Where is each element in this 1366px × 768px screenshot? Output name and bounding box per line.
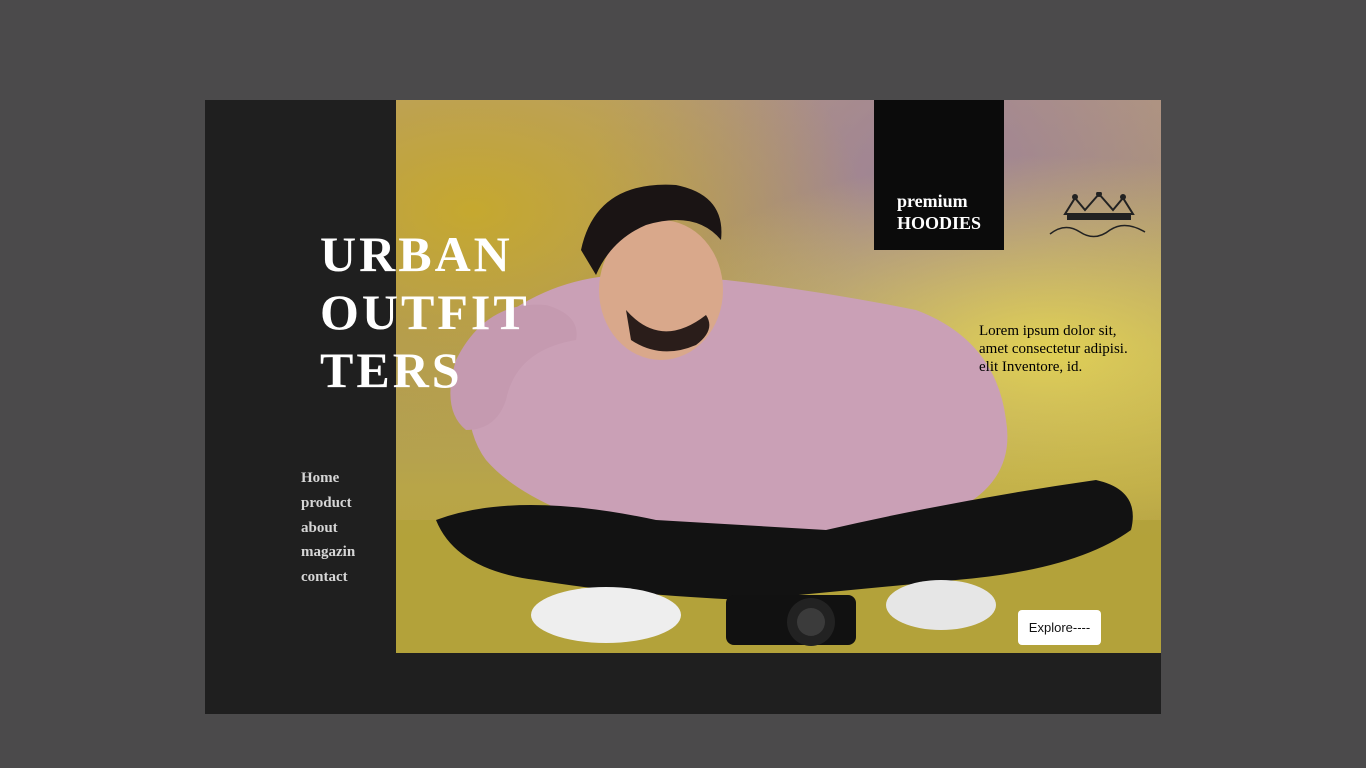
brand-title-line-3: TERS (320, 342, 463, 398)
badge-line-1: premium (897, 191, 968, 211)
badge-text: premium HOODIES (897, 190, 981, 234)
brand-title-line-1: URBAN (320, 226, 513, 282)
premium-hoodies-badge: premium HOODIES (874, 100, 1004, 250)
brand-title-line-2: OUTFIT (320, 284, 530, 340)
nav-home[interactable]: Home (301, 466, 355, 491)
badge-line-2: HOODIES (897, 213, 982, 233)
brand-title: URBAN OUTFIT TERS (320, 225, 560, 399)
intro-text: Lorem ipsum dolor sit, amet consectetur … (979, 323, 1128, 375)
nav-product[interactable]: product (301, 491, 355, 516)
nav-magazin[interactable]: magazin (301, 540, 355, 565)
explore-button[interactable]: Explore---- (1018, 610, 1101, 645)
nav-contact[interactable]: contact (301, 565, 355, 590)
nav-about[interactable]: about (301, 516, 355, 541)
crown-signature-icon (1045, 191, 1153, 248)
main-nav: Home product about magazin contact (301, 466, 355, 590)
landing-card: URBAN OUTFIT TERS Home product about mag… (205, 100, 1161, 714)
